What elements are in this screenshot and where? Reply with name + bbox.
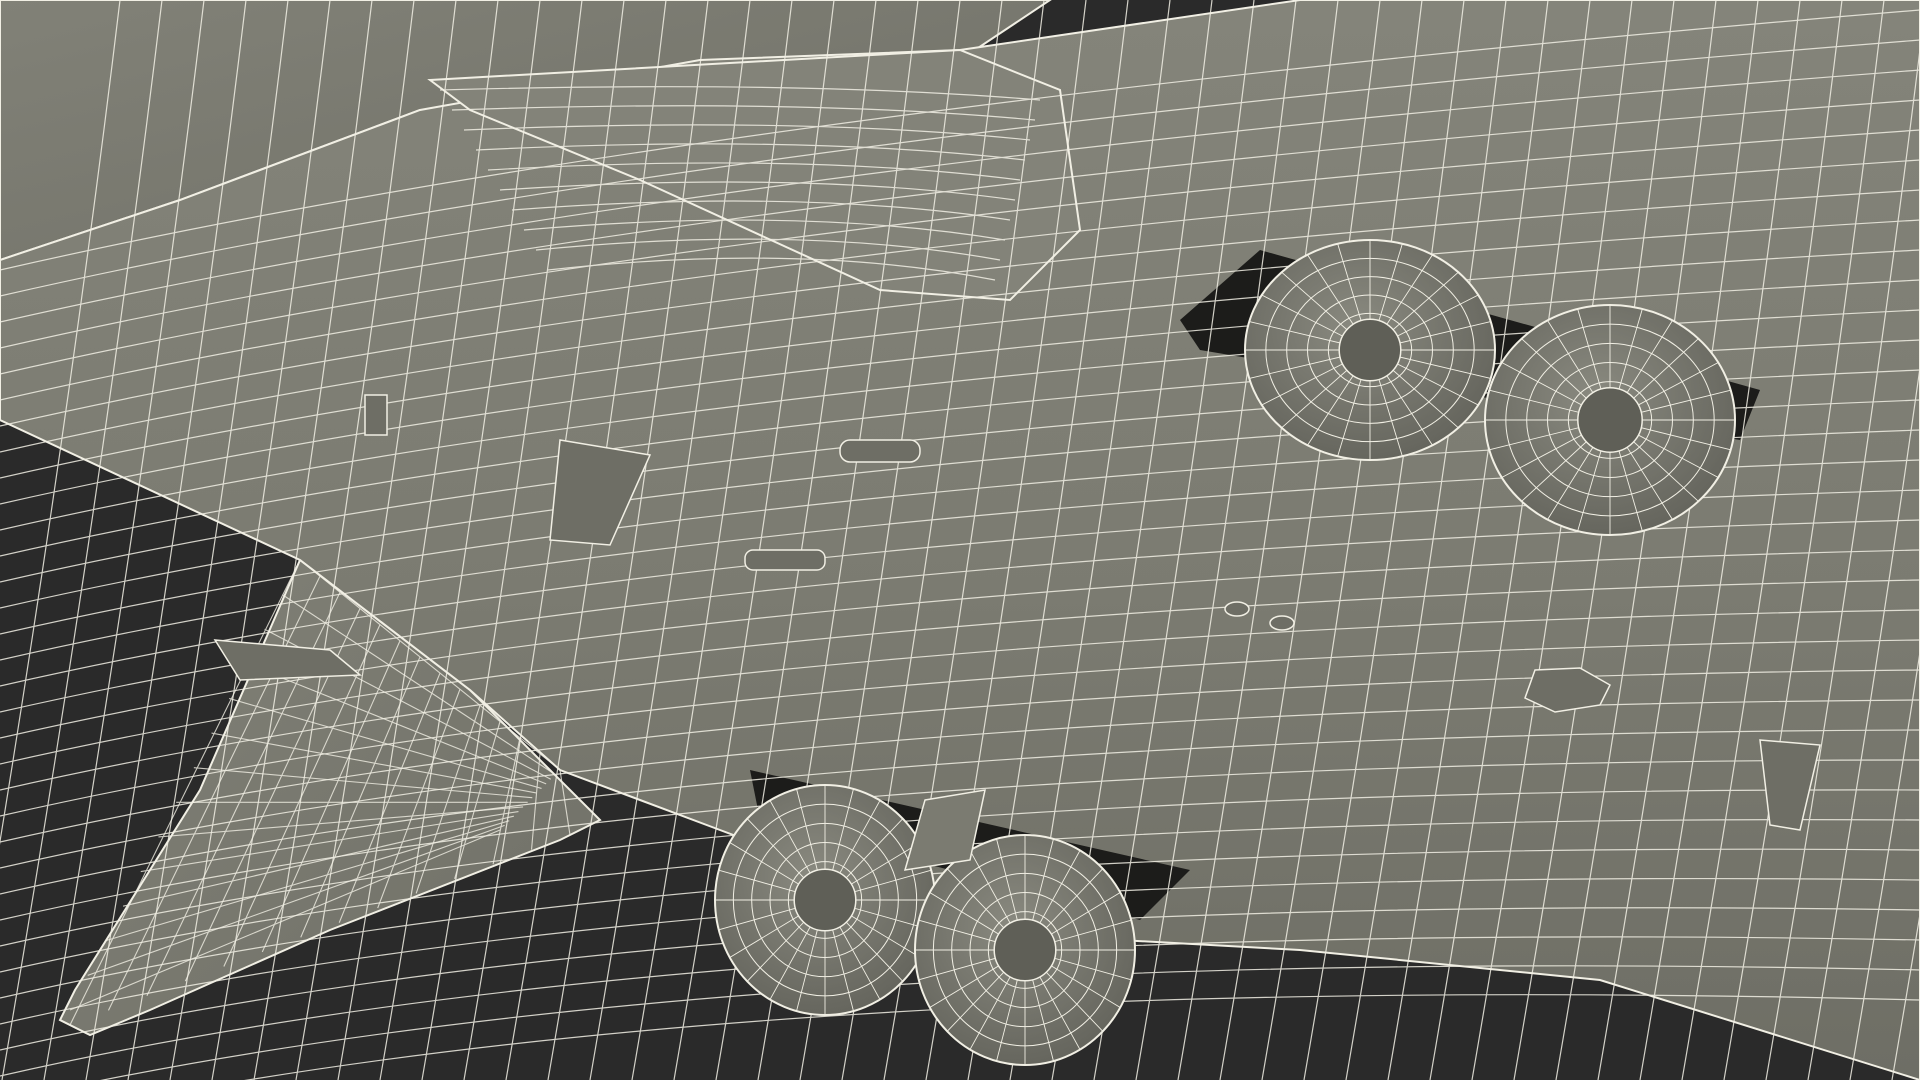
aircraft-wireframe-render: [0, 0, 1920, 1080]
wheel-hub: [993, 918, 1057, 982]
port-circle: [1269, 615, 1295, 631]
wheel-hub: [1338, 318, 1402, 382]
wheel: [1484, 304, 1736, 536]
port-circle: [1224, 601, 1250, 617]
wheel-hub: [1577, 387, 1643, 453]
slot-vent: [744, 549, 826, 571]
wheel: [914, 834, 1136, 1066]
small-antenna: [364, 394, 388, 436]
wheel: [714, 784, 936, 1016]
wheel: [1244, 239, 1496, 461]
wheel-hub: [793, 868, 857, 932]
slot-vent: [839, 439, 921, 463]
